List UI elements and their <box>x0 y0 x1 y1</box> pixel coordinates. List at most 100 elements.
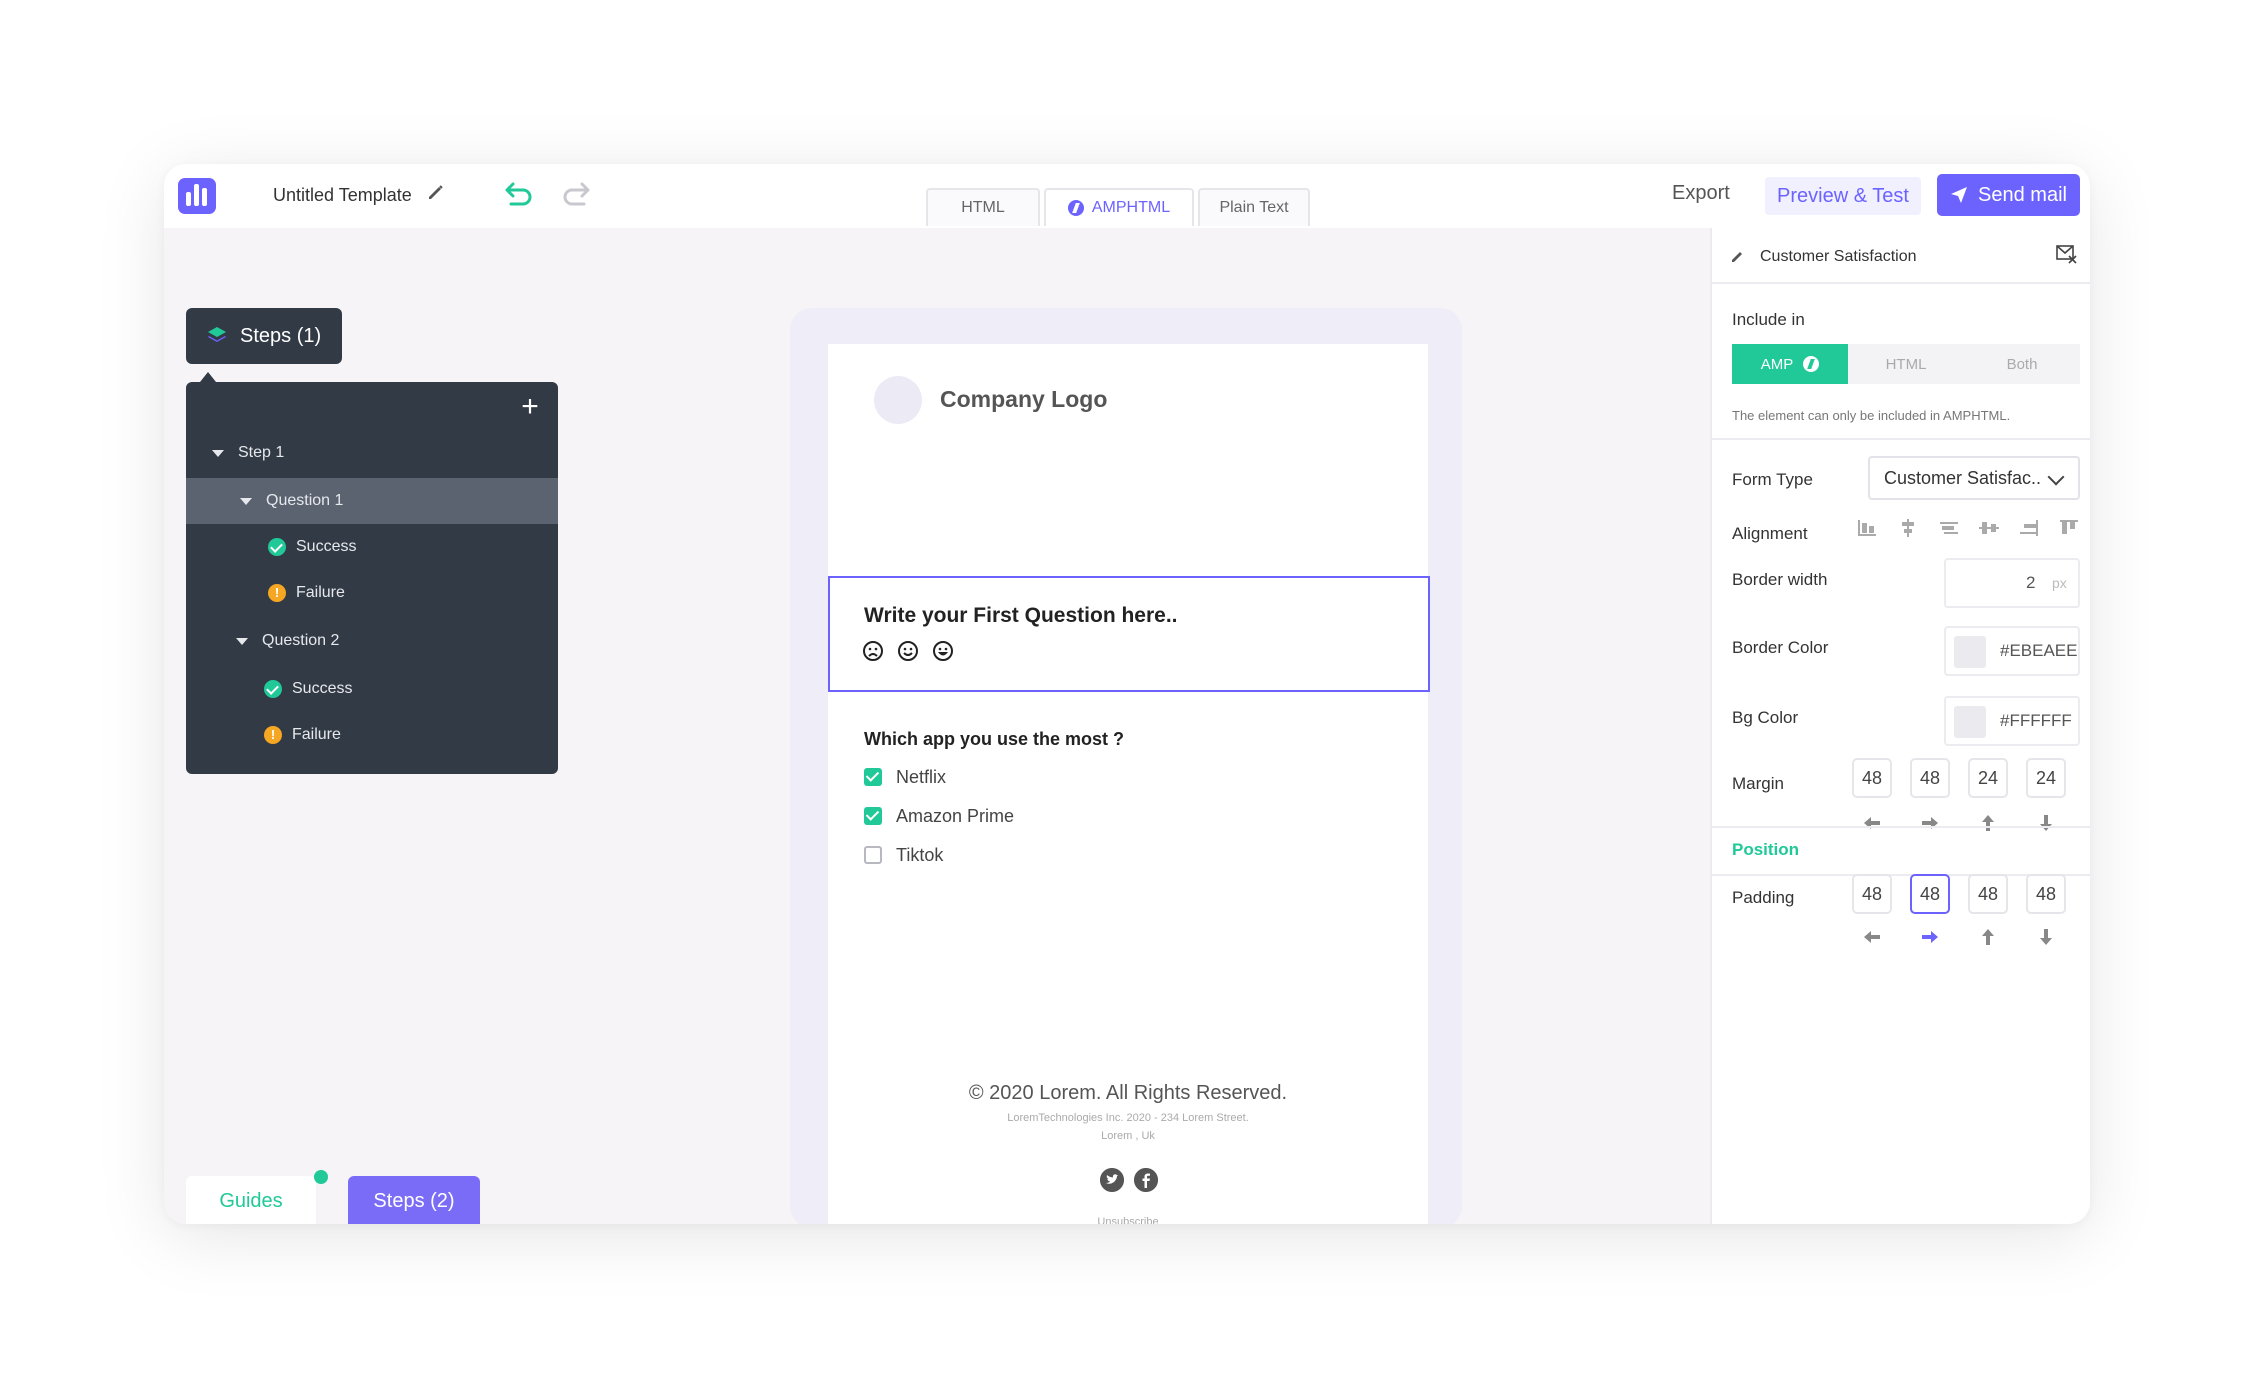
arrow-right-icon <box>1922 931 1938 943</box>
question-2-title[interactable]: Which app you use the most ? <box>864 729 1124 750</box>
include-in-label: Include in <box>1732 310 1805 329</box>
align-bottom-icon[interactable] <box>2018 518 2040 538</box>
tree-item-q2-failure[interactable]: Failure <box>186 712 558 758</box>
padding-right-input[interactable]: 48 <box>1910 874 1950 914</box>
chevron-down-icon <box>2047 468 2065 486</box>
sad-face-icon[interactable] <box>862 640 884 662</box>
margin-top-input[interactable]: 24 <box>1968 758 2008 798</box>
position-section-label[interactable]: Position <box>1732 840 1799 860</box>
arrow-down-icon <box>2040 929 2052 945</box>
padding-top-input[interactable]: 48 <box>1968 874 2008 914</box>
padding-bottom-input[interactable]: 48 <box>2026 874 2066 914</box>
color-swatch[interactable] <box>1954 636 1986 668</box>
template-title[interactable]: Untitled Template <box>273 185 412 206</box>
option-tiktok[interactable]: Tiktok <box>864 843 943 867</box>
tree-item-question-2[interactable]: Question 2 <box>186 618 558 664</box>
company-logo-text[interactable]: Company Logo <box>940 386 1107 413</box>
export-button[interactable]: Export <box>1672 182 1730 205</box>
checkbox-checked[interactable] <box>864 768 882 786</box>
twitter-icon[interactable] <box>1100 1168 1124 1192</box>
company-logo-placeholder[interactable] <box>874 376 922 424</box>
caret-down-icon[interactable] <box>240 497 252 505</box>
tree-item-q1-success[interactable]: Success <box>186 524 558 570</box>
divider <box>1712 282 2090 284</box>
border-width-input[interactable]: 2 px <box>1944 558 2080 608</box>
border-color-input[interactable]: #EBEAEE <box>1944 626 2080 676</box>
facebook-icon[interactable] <box>1134 1168 1158 1192</box>
divider <box>1712 438 2090 440</box>
include-note: The element can only be included in AMPH… <box>1732 408 2011 423</box>
steps-tab[interactable]: Steps (2) <box>348 1176 480 1224</box>
margin-right-input[interactable]: 48 <box>1910 758 1950 798</box>
divider <box>1712 826 2090 828</box>
footer-city: Lorem , Uk <box>1101 1130 1155 1142</box>
border-width-label: Border width <box>1732 570 1828 589</box>
footer-copyright: © 2020 Lorem. All Rights Reserved. <box>968 1082 1288 1104</box>
tab-html[interactable]: HTML <box>926 188 1040 226</box>
success-check-icon <box>268 538 286 556</box>
caret-down-icon[interactable] <box>236 637 248 645</box>
steps-tree-panel: + Step 1 Question 1 Success Failure Ques… <box>186 382 558 774</box>
include-html-option[interactable]: HTML <box>1848 344 1964 384</box>
margin-left-input[interactable]: 48 <box>1852 758 1892 798</box>
very-happy-face-icon[interactable] <box>932 640 954 662</box>
amp-lightning-icon <box>1067 200 1084 216</box>
border-color-label: Border Color <box>1732 638 1829 657</box>
question-title[interactable]: Write your First Question here.. <box>864 604 1178 628</box>
preview-test-button[interactable]: Preview & Test <box>1765 177 1921 215</box>
app-window: Untitled Template HTML AMPHTML Plain Tex… <box>164 164 2090 1224</box>
align-center-icon[interactable] <box>1897 518 1919 538</box>
checkbox-checked[interactable] <box>864 807 882 825</box>
footer-address: LoremTechnologies Inc. 2020 - 234 Lorem … <box>1007 1112 1249 1124</box>
form-type-select[interactable]: Customer Satisfac.. <box>1868 456 2080 500</box>
top-toolbar: Untitled Template HTML AMPHTML Plain Tex… <box>164 164 2090 230</box>
color-swatch[interactable] <box>1954 706 1986 738</box>
selected-question-block[interactable] <box>828 576 1430 692</box>
pencil-icon[interactable] <box>426 182 446 202</box>
app-logo-icon[interactable] <box>178 178 216 214</box>
undo-icon[interactable] <box>499 178 533 212</box>
arrow-down-icon <box>2040 815 2052 831</box>
arrow-left-icon <box>1864 817 1880 829</box>
send-mail-button[interactable]: Send mail <box>1937 174 2080 216</box>
checkbox-unchecked[interactable] <box>864 846 882 864</box>
steps-header-button[interactable]: Steps (1) <box>186 308 342 364</box>
arrow-left-icon <box>1864 931 1880 943</box>
success-check-icon <box>264 680 282 698</box>
form-type-label: Form Type <box>1732 470 1813 489</box>
include-amp-option[interactable]: AMP <box>1732 344 1848 384</box>
unsubscribe-link[interactable]: Unsubscribe <box>828 1216 1428 1224</box>
warning-icon <box>264 726 282 744</box>
margin-label: Margin <box>1732 774 1784 793</box>
arrow-right-icon <box>1922 817 1938 829</box>
align-right-icon[interactable] <box>1938 518 1960 538</box>
caret-down-icon[interactable] <box>212 449 224 457</box>
option-amazon-prime[interactable]: Amazon Prime <box>864 804 1014 828</box>
add-step-icon[interactable]: + <box>518 392 542 422</box>
alignment-label: Alignment <box>1732 524 1808 543</box>
redo-icon[interactable] <box>562 178 596 212</box>
guides-tab[interactable]: Guides <box>186 1176 316 1224</box>
tree-item-q2-success[interactable]: Success <box>186 666 558 712</box>
tab-plain-text[interactable]: Plain Text <box>1198 188 1310 226</box>
collapse-panel-icon[interactable] <box>2056 244 2078 264</box>
paper-plane-icon <box>1951 187 1968 203</box>
tree-item-question-1[interactable]: Question 1 <box>186 478 558 524</box>
layers-icon <box>208 327 226 342</box>
notification-dot <box>314 1170 328 1184</box>
amp-lightning-icon <box>1803 356 1820 372</box>
include-both-option[interactable]: Both <box>1964 344 2080 384</box>
bg-color-input[interactable]: #FFFFFF <box>1944 696 2080 746</box>
tab-amphtml[interactable]: AMPHTML <box>1044 188 1194 226</box>
align-top-icon[interactable] <box>2058 518 2080 538</box>
margin-bottom-input[interactable]: 24 <box>2026 758 2066 798</box>
tree-item-q1-failure[interactable]: Failure <box>186 570 558 616</box>
tree-item-step-1[interactable]: Step 1 <box>186 430 558 476</box>
option-netflix[interactable]: Netflix <box>864 765 946 789</box>
align-middle-icon[interactable] <box>1978 518 2000 538</box>
panel-title: Customer Satisfaction <box>1760 248 1917 265</box>
happy-face-icon[interactable] <box>897 640 919 662</box>
align-left-icon[interactable] <box>1856 518 1878 538</box>
properties-panel: Customer Satisfaction Include in AMP HTM… <box>1710 228 2090 1224</box>
padding-left-input[interactable]: 48 <box>1852 874 1892 914</box>
